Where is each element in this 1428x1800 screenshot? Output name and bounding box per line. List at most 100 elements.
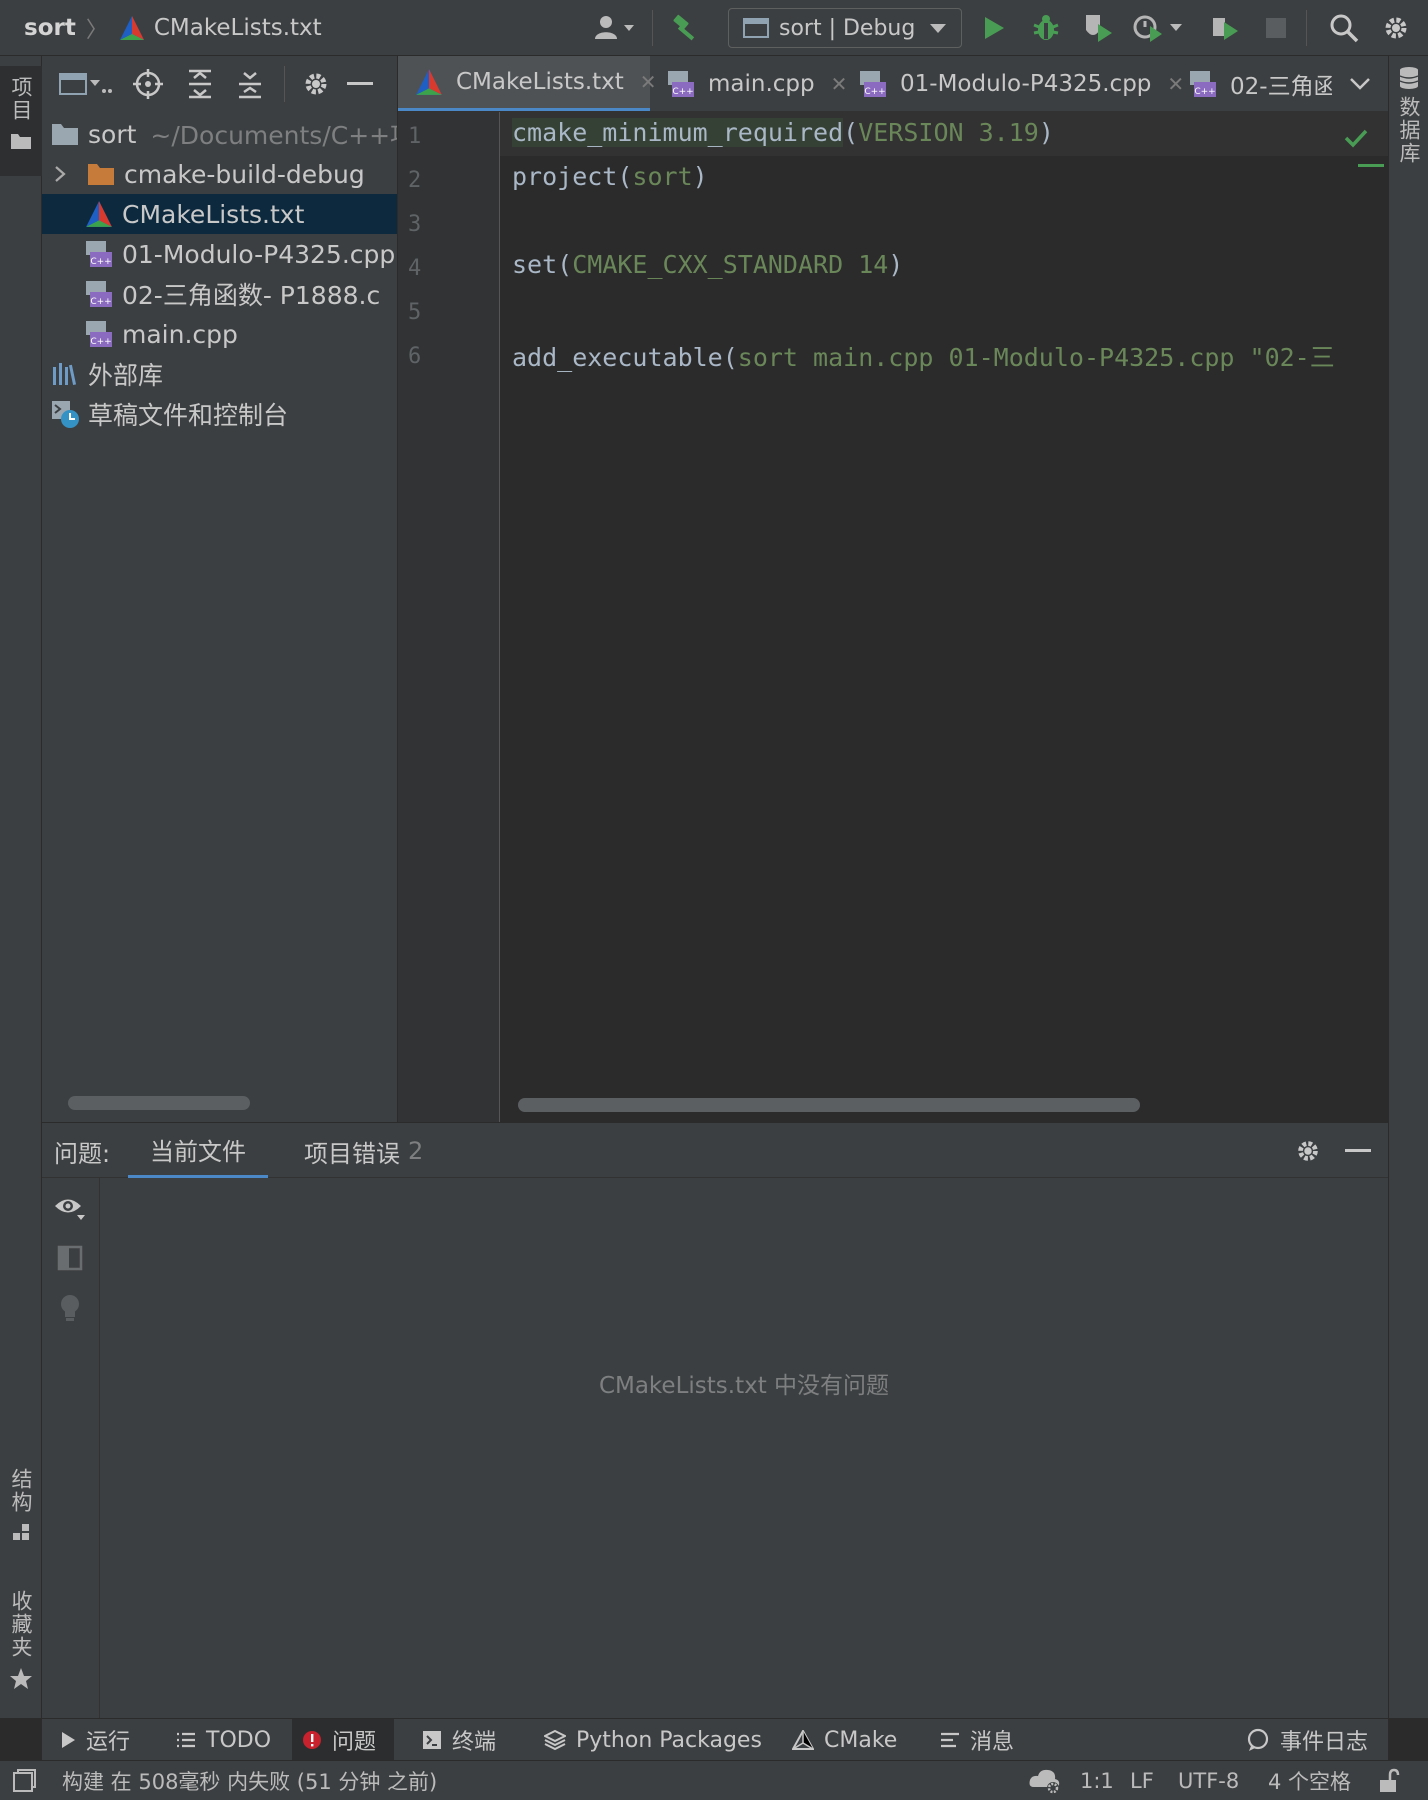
line-number: 6 [408, 344, 422, 369]
problems-side-toolbar [42, 1178, 100, 1718]
line-number: 5 [408, 300, 422, 325]
indent-setting[interactable]: 4 个空格 [1268, 1761, 1351, 1800]
tool-problems[interactable]: 问题 [292, 1719, 394, 1761]
code-token: VERSION 3.19 [858, 118, 1039, 147]
chevron-down-icon[interactable] [1342, 66, 1378, 102]
line-separator[interactable]: LF [1130, 1761, 1154, 1800]
tool-run[interactable]: 运行 [50, 1719, 140, 1761]
run-configuration-label: sort | Debug [779, 15, 916, 41]
tab-main-cpp[interactable]: C++ main.cpp ✕ [650, 56, 847, 111]
tree-item-main-cpp[interactable]: C++ main.cpp [42, 314, 397, 354]
folder-icon [10, 132, 32, 150]
tool-label: 事件日志 [1280, 1730, 1369, 1755]
tab-project-errors[interactable]: 项目错误 2 [304, 1123, 423, 1179]
build-status-message[interactable]: 构建 在 508毫秒 内失败 (51 分钟 之前) [62, 1761, 437, 1800]
horizontal-scrollbar[interactable] [68, 1096, 250, 1110]
toggle-tool-windows-icon[interactable] [12, 1761, 36, 1800]
line-number: 3 [408, 212, 422, 237]
breadcrumb-project[interactable]: sort [24, 15, 76, 41]
code-token: ( [843, 118, 859, 147]
tool-event-log[interactable]: 事件日志 [1236, 1719, 1378, 1761]
tree-item-cmakelists[interactable]: CMakeLists.txt [42, 194, 397, 234]
tree-item-trig-cpp[interactable]: C++ 02-三角函数- P1888.c [42, 274, 397, 314]
tree-root-sort[interactable]: sort ~/Documents/C++项 [42, 114, 397, 154]
tree-item-modulo-cpp[interactable]: C++ 01-Modulo-P4325.cpp [42, 234, 397, 274]
attach-to-process-icon[interactable] [1208, 10, 1244, 46]
tool-label: Python Packages [576, 1727, 762, 1753]
background-tasks-icon[interactable] [1028, 1761, 1062, 1800]
run-configuration-select[interactable]: sort | Debug [728, 8, 962, 48]
collapse-all-icon[interactable] [232, 66, 268, 102]
settings-gear-icon[interactable] [1378, 10, 1414, 46]
structure-icon [11, 1522, 31, 1542]
code-token: sort [632, 162, 693, 191]
eye-view-options-icon[interactable] [52, 1190, 88, 1226]
breadcrumb: sort 〉 CMakeLists.txt [24, 0, 322, 56]
debug-icon[interactable] [1028, 10, 1064, 46]
folder-icon [50, 119, 80, 149]
tool-terminal[interactable]: 终端 [412, 1719, 506, 1761]
cmake-file-icon [84, 199, 114, 229]
profile-icon[interactable] [1130, 10, 1186, 46]
code-editor[interactable]: cmake_minimum_required(VERSION 3.19) pro… [500, 112, 1388, 1122]
run-icon [60, 1731, 76, 1749]
preview-pane-icon[interactable] [52, 1240, 88, 1276]
tree-item-scratches[interactable]: 草稿文件和控制台 [42, 394, 397, 434]
database-tool-button[interactable]: 数据库 [1389, 66, 1428, 206]
unlock-icon[interactable] [1378, 1761, 1400, 1800]
search-icon[interactable] [1326, 10, 1362, 46]
run-icon[interactable] [976, 10, 1012, 46]
tool-cmake[interactable]: CMake [782, 1719, 907, 1761]
code-token: ) [1038, 118, 1054, 147]
project-tool-button[interactable]: 项目 [0, 66, 42, 176]
account-icon[interactable] [586, 10, 642, 46]
left-tool-window-strip: 项目 结构 收藏夹 [0, 56, 42, 1718]
star-icon [9, 1667, 33, 1691]
tab-cmakelists[interactable]: CMakeLists.txt ✕ [398, 56, 657, 111]
tool-todo[interactable]: TODO [166, 1719, 281, 1761]
build-hammer-icon[interactable] [668, 10, 704, 46]
tab-label: main.cpp [708, 71, 815, 97]
structure-tool-button[interactable]: 结构 [0, 1468, 42, 1608]
expand-all-icon[interactable] [182, 66, 218, 102]
breadcrumb-file[interactable]: CMakeLists.txt [154, 15, 322, 41]
lightbulb-icon[interactable] [52, 1290, 88, 1326]
horizontal-scrollbar[interactable] [518, 1098, 1140, 1112]
tab-label: 01-Modulo-P4325.cpp [900, 71, 1152, 97]
cmake-file-icon [118, 14, 146, 42]
file-encoding[interactable]: UTF-8 [1178, 1761, 1239, 1800]
chevron-right-icon [48, 165, 72, 183]
tab-trig-cpp[interactable]: C++ 02-三角函 [1172, 56, 1332, 111]
run-with-coverage-icon[interactable] [1080, 10, 1116, 46]
cpp-file-icon: C++ [1188, 69, 1218, 99]
chevron-down-icon [929, 22, 947, 34]
tree-item-external-libraries[interactable]: 外部库 [42, 354, 397, 394]
tool-label: 终端 [452, 1730, 497, 1755]
tab-current-file[interactable]: 当前文件 [128, 1123, 268, 1179]
code-token: ) [692, 162, 708, 191]
tab-label: 当前文件 [150, 1137, 246, 1166]
tool-messages[interactable]: 消息 [930, 1719, 1024, 1761]
tab-modulo-cpp[interactable]: C++ 01-Modulo-P4325.cpp ✕ [842, 56, 1184, 111]
stop-icon[interactable] [1258, 10, 1294, 46]
favorites-tool-button[interactable]: 收藏夹 [0, 1590, 42, 1740]
structure-tool-label: 结构 [9, 1468, 33, 1514]
breadcrumb-separator-icon: 〉 [85, 18, 108, 43]
tool-label: TODO [206, 1727, 272, 1753]
project-settings-gear-icon[interactable] [298, 66, 334, 102]
status-bar: 构建 在 508毫秒 内失败 (51 分钟 之前) 1:1 LF UTF-8 4… [0, 1760, 1428, 1800]
project-view-select-icon[interactable] [58, 66, 114, 102]
select-opened-file-icon[interactable] [130, 66, 166, 102]
line-number: 2 [408, 168, 422, 193]
caret-position[interactable]: 1:1 [1080, 1761, 1114, 1800]
tree-item-label: 02-三角函数- P1888.c [122, 281, 381, 310]
tool-python-packages[interactable]: Python Packages [534, 1719, 772, 1761]
inspection-ok-check-icon[interactable] [1336, 120, 1376, 156]
problems-panel-body: CMakeLists.txt 中没有问题 [42, 1178, 1388, 1718]
cpp-file-icon: C++ [84, 279, 114, 309]
hide-panel-icon[interactable] [342, 66, 378, 102]
tree-item-cmake-build-debug[interactable]: cmake-build-debug [42, 154, 397, 194]
problems-settings-gear-icon[interactable] [1290, 1133, 1326, 1169]
line-number: 1 [408, 124, 422, 149]
hide-panel-icon[interactable] [1340, 1133, 1376, 1169]
